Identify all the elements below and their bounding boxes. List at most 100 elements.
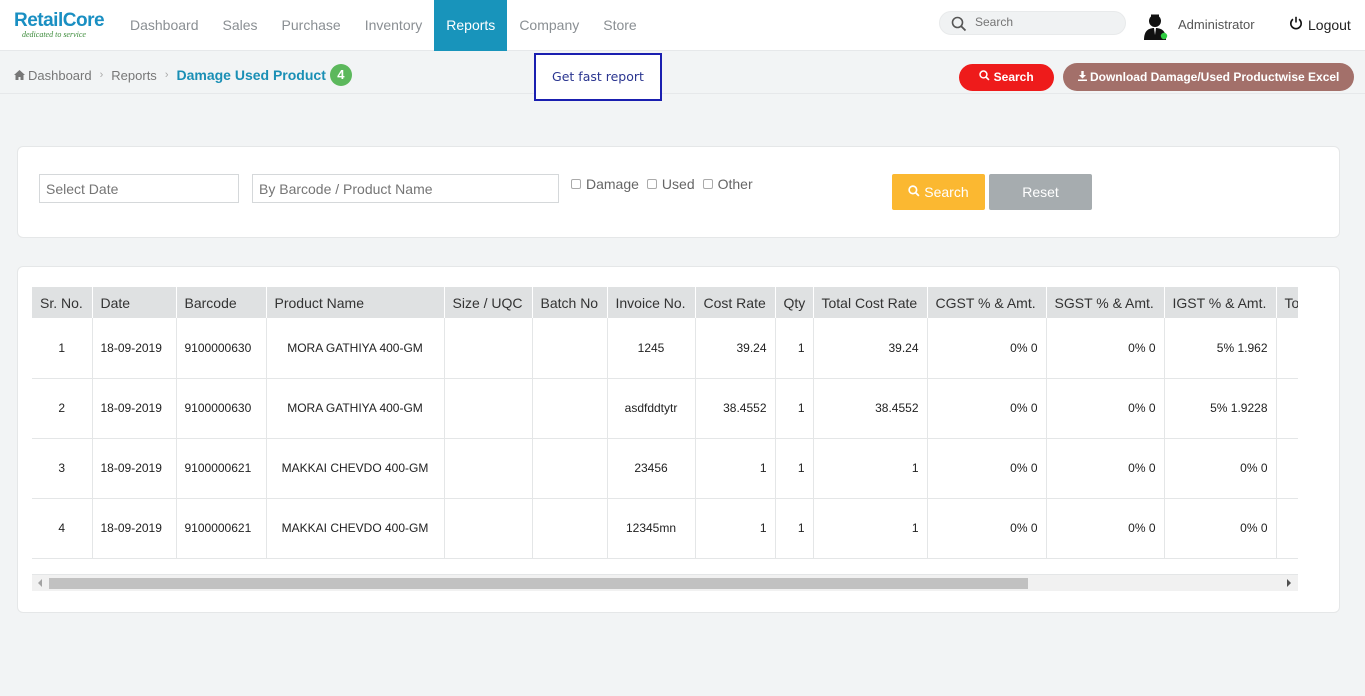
cell-size xyxy=(444,378,533,439)
fast-report-button[interactable]: Get fast report xyxy=(534,53,662,101)
cell-cost-rate: 38.4552 xyxy=(695,378,776,439)
table-row: 1 18-09-2019 9100000630 MORA GATHIYA 400… xyxy=(32,318,1298,379)
logo-tagline: dedicated to service xyxy=(22,30,86,39)
scroll-right-arrow-icon[interactable] xyxy=(1287,579,1291,587)
count-badge: 4 xyxy=(329,64,352,86)
col-header[interactable]: SGST % & Amt. xyxy=(1046,287,1165,318)
cell-qty: 1 xyxy=(775,438,814,499)
cell-barcode: 9100000621 xyxy=(176,498,267,559)
nav-company[interactable]: Company xyxy=(507,0,591,51)
col-header[interactable]: Sr. No. xyxy=(32,287,93,318)
col-header[interactable]: Invoice No. xyxy=(607,287,696,318)
breadcrumb-reports[interactable]: Reports xyxy=(111,68,157,83)
col-header[interactable]: Size / UQC xyxy=(444,287,533,318)
header-search-button[interactable]: Search xyxy=(959,64,1054,91)
scroll-left-arrow-icon[interactable] xyxy=(38,579,42,587)
cell-product-name: MORA GATHIYA 400-GM xyxy=(266,318,445,379)
horizontal-scrollbar[interactable] xyxy=(32,574,1298,591)
search-icon xyxy=(951,16,967,37)
cell-igst: 0% 0 xyxy=(1164,438,1277,499)
nav-inventory[interactable]: Inventory xyxy=(353,0,435,51)
power-icon xyxy=(1289,16,1303,33)
cell-total xyxy=(1276,378,1298,439)
cell-barcode: 9100000630 xyxy=(176,318,267,379)
nav-sales[interactable]: Sales xyxy=(211,0,270,51)
damage-label: Damage xyxy=(586,176,639,192)
retailcore-logo[interactable]: RetailCore dedicated to service xyxy=(14,10,105,39)
download-icon xyxy=(1077,70,1087,84)
checkbox-box[interactable] xyxy=(646,179,657,189)
table-row: 2 18-09-2019 9100000630 MORA GATHIYA 400… xyxy=(32,378,1298,439)
header-search-label: Search xyxy=(993,70,1034,84)
nav-dashboard[interactable]: Dashboard xyxy=(118,0,211,51)
top-navbar: RetailCore dedicated to service Dashboar… xyxy=(0,0,1365,51)
col-header[interactable]: Date xyxy=(92,287,177,318)
col-header[interactable]: CGST % & Amt. xyxy=(927,287,1047,318)
results-table-container: Sr. No. Date Barcode Product Name Size /… xyxy=(32,287,1298,573)
scrollbar-thumb[interactable] xyxy=(49,578,1028,589)
cell-barcode: 9100000621 xyxy=(176,438,267,499)
col-header[interactable]: Barcode xyxy=(176,287,267,318)
cell-batch xyxy=(532,378,608,439)
used-label: Used xyxy=(661,176,695,192)
user-avatar-icon[interactable] xyxy=(1143,13,1169,41)
logo-main-text: RetailCore xyxy=(14,10,105,31)
checkbox-box[interactable] xyxy=(702,179,713,189)
global-search-input[interactable] xyxy=(975,15,1115,29)
cell-cost-rate: 39.24 xyxy=(695,318,776,379)
reset-button[interactable]: Reset xyxy=(989,174,1092,210)
filter-search-button[interactable]: Search xyxy=(892,174,985,210)
table-header-row: Sr. No. Date Barcode Product Name Size /… xyxy=(32,287,1298,318)
cell-size xyxy=(444,318,533,379)
cell-product-name: MAKKAI CHEVDO 400-GM xyxy=(266,438,445,499)
cell-invoice: 23456 xyxy=(607,438,696,499)
cell-date: 18-09-2019 xyxy=(92,318,177,379)
date-picker-input[interactable] xyxy=(39,174,239,203)
col-header[interactable]: Cost Rate xyxy=(695,287,776,318)
other-checkbox[interactable]: Other xyxy=(702,176,753,192)
cell-qty: 1 xyxy=(775,498,814,559)
cell-sgst: 0% 0 xyxy=(1046,438,1165,499)
cell-qty: 1 xyxy=(775,378,814,439)
used-checkbox[interactable]: Used xyxy=(646,176,695,192)
damage-checkbox[interactable]: Damage xyxy=(571,176,639,192)
cell-total-cost: 1 xyxy=(813,438,928,499)
logout-button[interactable]: Logout xyxy=(1289,16,1351,33)
product-search-input[interactable] xyxy=(252,174,559,203)
cell-size xyxy=(444,498,533,559)
col-header[interactable]: Batch No xyxy=(532,287,608,318)
col-header[interactable]: Qty xyxy=(775,287,814,318)
download-excel-button[interactable]: Download Damage/Used Productwise Excel xyxy=(1063,63,1354,91)
cell-sr-no: 4 xyxy=(32,498,93,559)
cell-size xyxy=(444,438,533,499)
col-header[interactable]: Product Name xyxy=(266,287,445,318)
table-row: 3 18-09-2019 9100000621 MAKKAI CHEVDO 40… xyxy=(32,438,1298,499)
cell-igst: 5% 1.962 xyxy=(1164,318,1277,379)
nav-reports[interactable]: Reports xyxy=(434,0,508,51)
results-table: Sr. No. Date Barcode Product Name Size /… xyxy=(32,287,1298,559)
cell-invoice: asdfddtytr xyxy=(607,378,696,439)
nav-store[interactable]: Store xyxy=(591,0,648,51)
cell-sr-no: 2 xyxy=(32,378,93,439)
nav-purchase[interactable]: Purchase xyxy=(270,0,353,51)
cell-total xyxy=(1276,318,1298,379)
col-header[interactable]: Total Cost Rate xyxy=(813,287,928,318)
breadcrumb-dashboard[interactable]: Dashboard xyxy=(28,68,92,83)
filter-search-label: Search xyxy=(924,184,969,200)
home-icon xyxy=(14,68,25,83)
col-header[interactable]: IGST % & Amt. xyxy=(1164,287,1277,318)
cell-total xyxy=(1276,498,1298,559)
cell-sr-no: 3 xyxy=(32,438,93,499)
search-icon xyxy=(908,184,920,200)
col-header[interactable]: To xyxy=(1276,287,1298,318)
cell-igst: 5% 1.9228 xyxy=(1164,378,1277,439)
cell-date: 18-09-2019 xyxy=(92,498,177,559)
user-name[interactable]: Administrator xyxy=(1178,17,1255,32)
cell-batch xyxy=(532,318,608,379)
cell-cgst: 0% 0 xyxy=(927,498,1047,559)
cell-sgst: 0% 0 xyxy=(1046,318,1165,379)
cell-batch xyxy=(532,498,608,559)
checkbox-box[interactable] xyxy=(571,179,581,189)
main-nav: Dashboard Sales Purchase Inventory Repor… xyxy=(118,0,649,51)
global-search[interactable] xyxy=(939,11,1126,35)
